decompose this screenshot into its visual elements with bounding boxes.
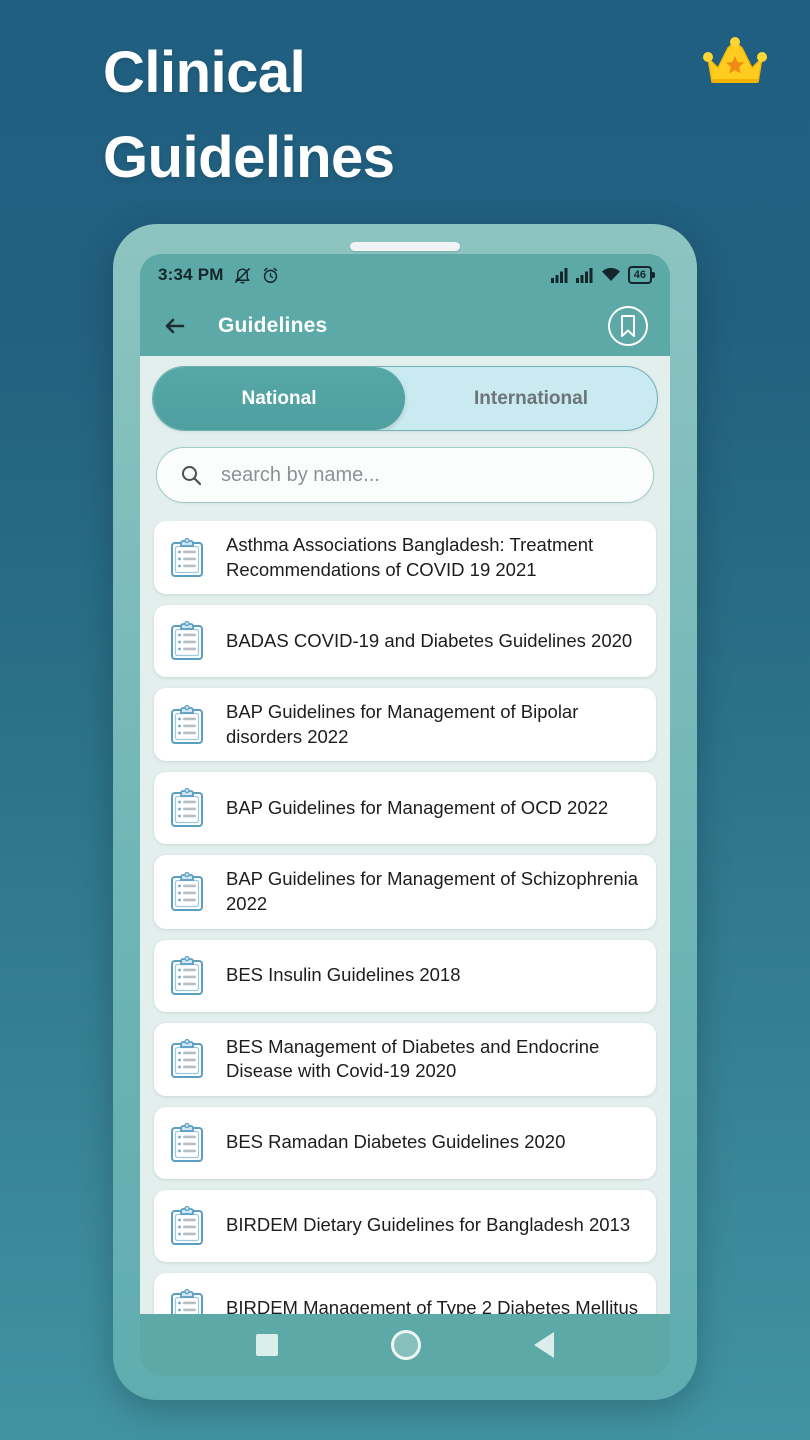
guideline-card[interactable]: Asthma Associations Bangladesh: Treatmen… [154,521,656,595]
clipboard-checklist-icon [170,788,204,828]
guideline-card-title: Asthma Associations Bangladesh: Treatmen… [226,534,594,580]
crown-icon [700,36,770,92]
guideline-card[interactable]: BES Insulin Guidelines 2018 [154,939,656,1012]
square-recents-icon[interactable] [256,1334,279,1356]
guideline-card-title: BADAS COVID-19 and Diabetes Guidelines 2… [226,629,633,651]
guideline-card-title: BES Insulin Guidelines 2018 [226,964,461,986]
guideline-card-title: BIRDEM Dietary Guidelines for Bangladesh… [226,1214,631,1236]
guideline-card[interactable]: BIRDEM Dietary Guidelines for Bangladesh… [154,1189,656,1262]
guideline-card-title: BIRDEM Management of Type 2 Diabetes Mel… [226,1297,638,1314]
wifi-icon [601,267,620,281]
page-title-line1: Clinical [103,40,306,105]
tab-national[interactable]: National [153,367,405,430]
search-input[interactable]: search by name... [221,464,380,487]
clipboard-checklist-icon [170,1122,204,1163]
clipboard-checklist-icon [170,704,204,745]
clipboard-checklist-icon [170,871,204,912]
clipboard-checklist-icon [170,955,204,996]
guideline-card[interactable]: BADAS COVID-19 and Diabetes Guidelines 2… [154,605,656,678]
app-bar-title: Guidelines [218,314,328,337]
tab-international[interactable]: International [405,367,657,430]
phone-mockup: 3:34 PM 46 Guidelines National Internati… [113,224,697,1400]
hero-banner: Clinical Guidelines [0,0,810,215]
app-bar: Guidelines [140,296,670,356]
battery-indicator: 46 [627,266,656,284]
clipboard-checklist-icon [170,621,204,661]
tab-national-label: National [241,387,317,409]
clipboard-checklist-icon [170,1288,204,1314]
clipboard-checklist-icon [170,537,204,578]
status-bar: 3:34 PM 46 [140,254,670,296]
bookmark-icon[interactable] [606,304,650,348]
guidelines-list[interactable]: Asthma Associations Bangladesh: Treatmen… [152,521,658,1314]
alarm-clock-icon [263,267,277,283]
phone-speaker [350,242,460,251]
guideline-card[interactable]: BAP Guidelines for Management of Bipolar… [154,688,656,762]
page-title: Clinical Guidelines [103,30,395,201]
page-title-line2: Guidelines [103,125,395,191]
bell-muted-icon [234,267,250,284]
guideline-card-title: BAP Guidelines for Management of Schizop… [226,868,639,914]
guideline-card[interactable]: BAP Guidelines for Management of OCD 202… [154,772,656,845]
signal-bars-icon [550,268,568,283]
guideline-card-title: BAP Guidelines for Management of OCD 202… [226,797,609,819]
circle-home-icon[interactable] [390,1330,421,1360]
guideline-card[interactable]: BAP Guidelines for Management of Schizop… [154,855,656,929]
clipboard-checklist-icon [170,1039,204,1079]
phone-screen: 3:34 PM 46 Guidelines National Internati… [140,254,670,1376]
guideline-card-title: BES Ramadan Diabetes Guidelines 2020 [226,1131,566,1153]
guideline-card-title: BAP Guidelines for Management of Bipolar… [226,701,579,747]
guideline-card[interactable]: BES Management of Diabetes and Endocrine… [154,1022,656,1096]
guideline-card[interactable]: BES Ramadan Diabetes Guidelines 2020 [154,1106,656,1179]
status-bar-time: 3:34 PM [158,265,224,284]
triangle-back-icon[interactable] [533,1332,554,1358]
content-area: National International search by name...… [140,356,670,1314]
search-icon [182,466,202,486]
segment-tabs: National International [152,366,658,431]
guideline-card[interactable]: BIRDEM Management of Type 2 Diabetes Mel… [154,1272,656,1314]
guideline-card-title: BES Management of Diabetes and Endocrine… [226,1035,600,1082]
tab-international-label: International [473,387,588,409]
signal-bars-icon [575,268,593,283]
back-arrow-icon[interactable] [160,311,190,341]
android-nav-bar [140,1314,670,1376]
search-bar[interactable]: search by name... [156,447,654,503]
clipboard-checklist-icon [170,1205,204,1246]
